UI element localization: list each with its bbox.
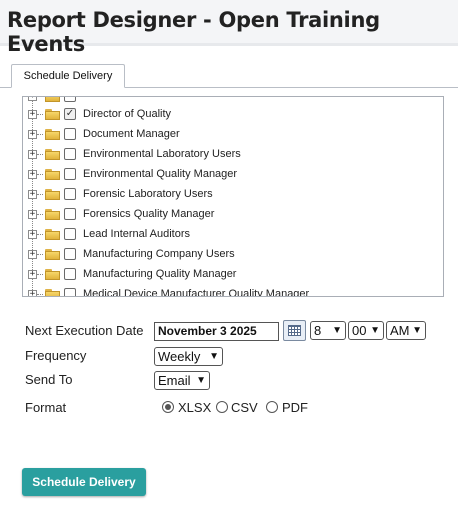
folder-icon bbox=[45, 168, 60, 180]
chevron-down-icon: ▼ bbox=[209, 351, 219, 362]
tree-checkbox[interactable] bbox=[64, 288, 76, 296]
tree-row-label: Lead Internal Auditors bbox=[83, 228, 191, 240]
expand-plus-icon[interactable]: + bbox=[28, 169, 37, 179]
expand-plus-icon[interactable]: + bbox=[28, 229, 37, 239]
folder-icon bbox=[45, 108, 60, 120]
expand-plus-icon[interactable]: + bbox=[28, 109, 37, 119]
tree-row: + ✓ Director of Quality bbox=[23, 104, 443, 124]
expand-plus-icon[interactable]: + bbox=[28, 249, 37, 259]
folder-icon bbox=[45, 188, 60, 200]
tree-row: + Environmental Quality Manager bbox=[23, 164, 443, 184]
format-option-pdf-label: PDF bbox=[282, 400, 308, 415]
page-title: Report Designer - Open Training Events bbox=[7, 8, 380, 56]
tree-row-label: Manufacturing Company Users bbox=[83, 248, 235, 260]
tree-row-label: Forensics Quality Manager bbox=[83, 208, 215, 220]
schedule-delivery-button[interactable]: Schedule Delivery bbox=[22, 468, 146, 496]
tree-row-label: Medical Device Manufacturer Quality Mana… bbox=[83, 288, 310, 297]
tree-branch-line bbox=[37, 293, 43, 295]
tree-row-label: Director of Quality bbox=[83, 108, 172, 120]
frequency-label: Frequency bbox=[25, 348, 87, 363]
tree-row: + Environmental Laboratory Users bbox=[23, 144, 443, 164]
folder-icon bbox=[45, 208, 60, 220]
tree-branch-line bbox=[37, 233, 43, 235]
tree-checkbox[interactable] bbox=[64, 128, 76, 140]
hour-value: 8 bbox=[314, 323, 322, 338]
tree-row-label: Environmental Quality Manager bbox=[83, 168, 238, 180]
tree-checkbox[interactable]: ✓ bbox=[64, 108, 76, 120]
tree-row: + Manufacturing Quality Manager bbox=[23, 264, 443, 284]
calendar-icon bbox=[288, 325, 301, 336]
expand-plus-icon[interactable]: + bbox=[28, 289, 37, 296]
hour-select[interactable]: 8 ▼ bbox=[310, 321, 346, 340]
tree-row-label: Document Manager bbox=[83, 128, 180, 140]
tree-checkbox[interactable] bbox=[64, 188, 76, 200]
tree-row-label: Forensic Laboratory Users bbox=[83, 188, 213, 200]
frequency-select[interactable]: Weekly ▼ bbox=[154, 347, 223, 366]
format-option-csv-label: CSV bbox=[231, 400, 258, 415]
tree-branch-line bbox=[37, 113, 43, 115]
expand-plus-icon[interactable]: + bbox=[28, 209, 37, 219]
tree-branch-line bbox=[37, 153, 43, 155]
minute-select[interactable]: 00 ▼ bbox=[348, 321, 384, 340]
expand-plus-icon[interactable]: + bbox=[28, 97, 37, 101]
format-radio-pdf[interactable] bbox=[266, 401, 278, 413]
tree-row: + Medical Device Manufacturer Quality Ma… bbox=[23, 284, 443, 297]
folder-icon bbox=[45, 128, 60, 140]
tree-branch-line bbox=[37, 193, 43, 195]
folder-icon bbox=[45, 248, 60, 260]
tree-branch-line bbox=[37, 213, 43, 215]
folder-icon bbox=[45, 288, 60, 296]
format-option-xlsx-label: XLSX bbox=[178, 400, 212, 415]
ampm-select[interactable]: AM ▼ bbox=[386, 321, 426, 340]
tree-branch-line bbox=[37, 173, 43, 175]
folder-icon bbox=[45, 268, 60, 280]
chevron-down-icon: ▼ bbox=[332, 325, 342, 336]
tree-checkbox[interactable] bbox=[64, 228, 76, 240]
tree-checkbox[interactable] bbox=[64, 248, 76, 260]
tree-branch-line bbox=[37, 96, 43, 97]
tree-row: + Lead Internal Auditors bbox=[23, 224, 443, 244]
tree-row-label: Environmental Laboratory Users bbox=[83, 148, 241, 160]
folder-icon bbox=[45, 97, 60, 102]
page-header: Report Designer - Open Training Events bbox=[0, 0, 458, 56]
tree-branch-line bbox=[37, 273, 43, 275]
role-tree[interactable]: + + ✓ Director of Quality + Document Man… bbox=[22, 96, 444, 297]
format-radio-csv[interactable] bbox=[216, 401, 228, 413]
tree-branch-line bbox=[37, 253, 43, 255]
tree-checkbox[interactable] bbox=[64, 168, 76, 180]
tree-row: + Forensics Quality Manager bbox=[23, 204, 443, 224]
frequency-value: Weekly bbox=[158, 349, 201, 364]
expand-plus-icon[interactable]: + bbox=[28, 269, 37, 279]
minute-value: 00 bbox=[352, 323, 367, 338]
send-to-label: Send To bbox=[25, 372, 73, 387]
format-label: Format bbox=[25, 400, 67, 415]
chevron-down-icon: ▼ bbox=[370, 325, 380, 336]
tree-row: + Forensic Laboratory Users bbox=[23, 184, 443, 204]
tree-row: + Document Manager bbox=[23, 124, 443, 144]
folder-icon bbox=[45, 228, 60, 240]
send-to-value: Email bbox=[158, 373, 191, 388]
tree-row-label: Manufacturing Quality Manager bbox=[83, 268, 237, 280]
expand-plus-icon[interactable]: + bbox=[28, 189, 37, 199]
tree-checkbox[interactable] bbox=[64, 208, 76, 220]
tree-checkbox[interactable] bbox=[64, 268, 76, 280]
ampm-value: AM bbox=[390, 323, 410, 338]
next-execution-date-label: Next Execution Date bbox=[25, 323, 144, 338]
tree-checkbox[interactable] bbox=[64, 97, 76, 102]
format-radio-xlsx[interactable] bbox=[162, 401, 174, 413]
chevron-down-icon: ▼ bbox=[412, 325, 422, 336]
tree-row: + Manufacturing Company Users bbox=[23, 244, 443, 264]
chevron-down-icon: ▼ bbox=[196, 375, 206, 386]
expand-plus-icon[interactable]: + bbox=[28, 149, 37, 159]
tree-checkbox[interactable] bbox=[64, 148, 76, 160]
tree-branch-line bbox=[37, 133, 43, 135]
expand-plus-icon[interactable]: + bbox=[28, 129, 37, 139]
folder-icon bbox=[45, 148, 60, 160]
tab-schedule-delivery[interactable]: Schedule Delivery bbox=[11, 64, 125, 88]
next-execution-date-input[interactable]: November 3 2025 bbox=[154, 322, 279, 341]
send-to-select[interactable]: Email ▼ bbox=[154, 371, 210, 390]
calendar-button[interactable] bbox=[283, 320, 306, 341]
